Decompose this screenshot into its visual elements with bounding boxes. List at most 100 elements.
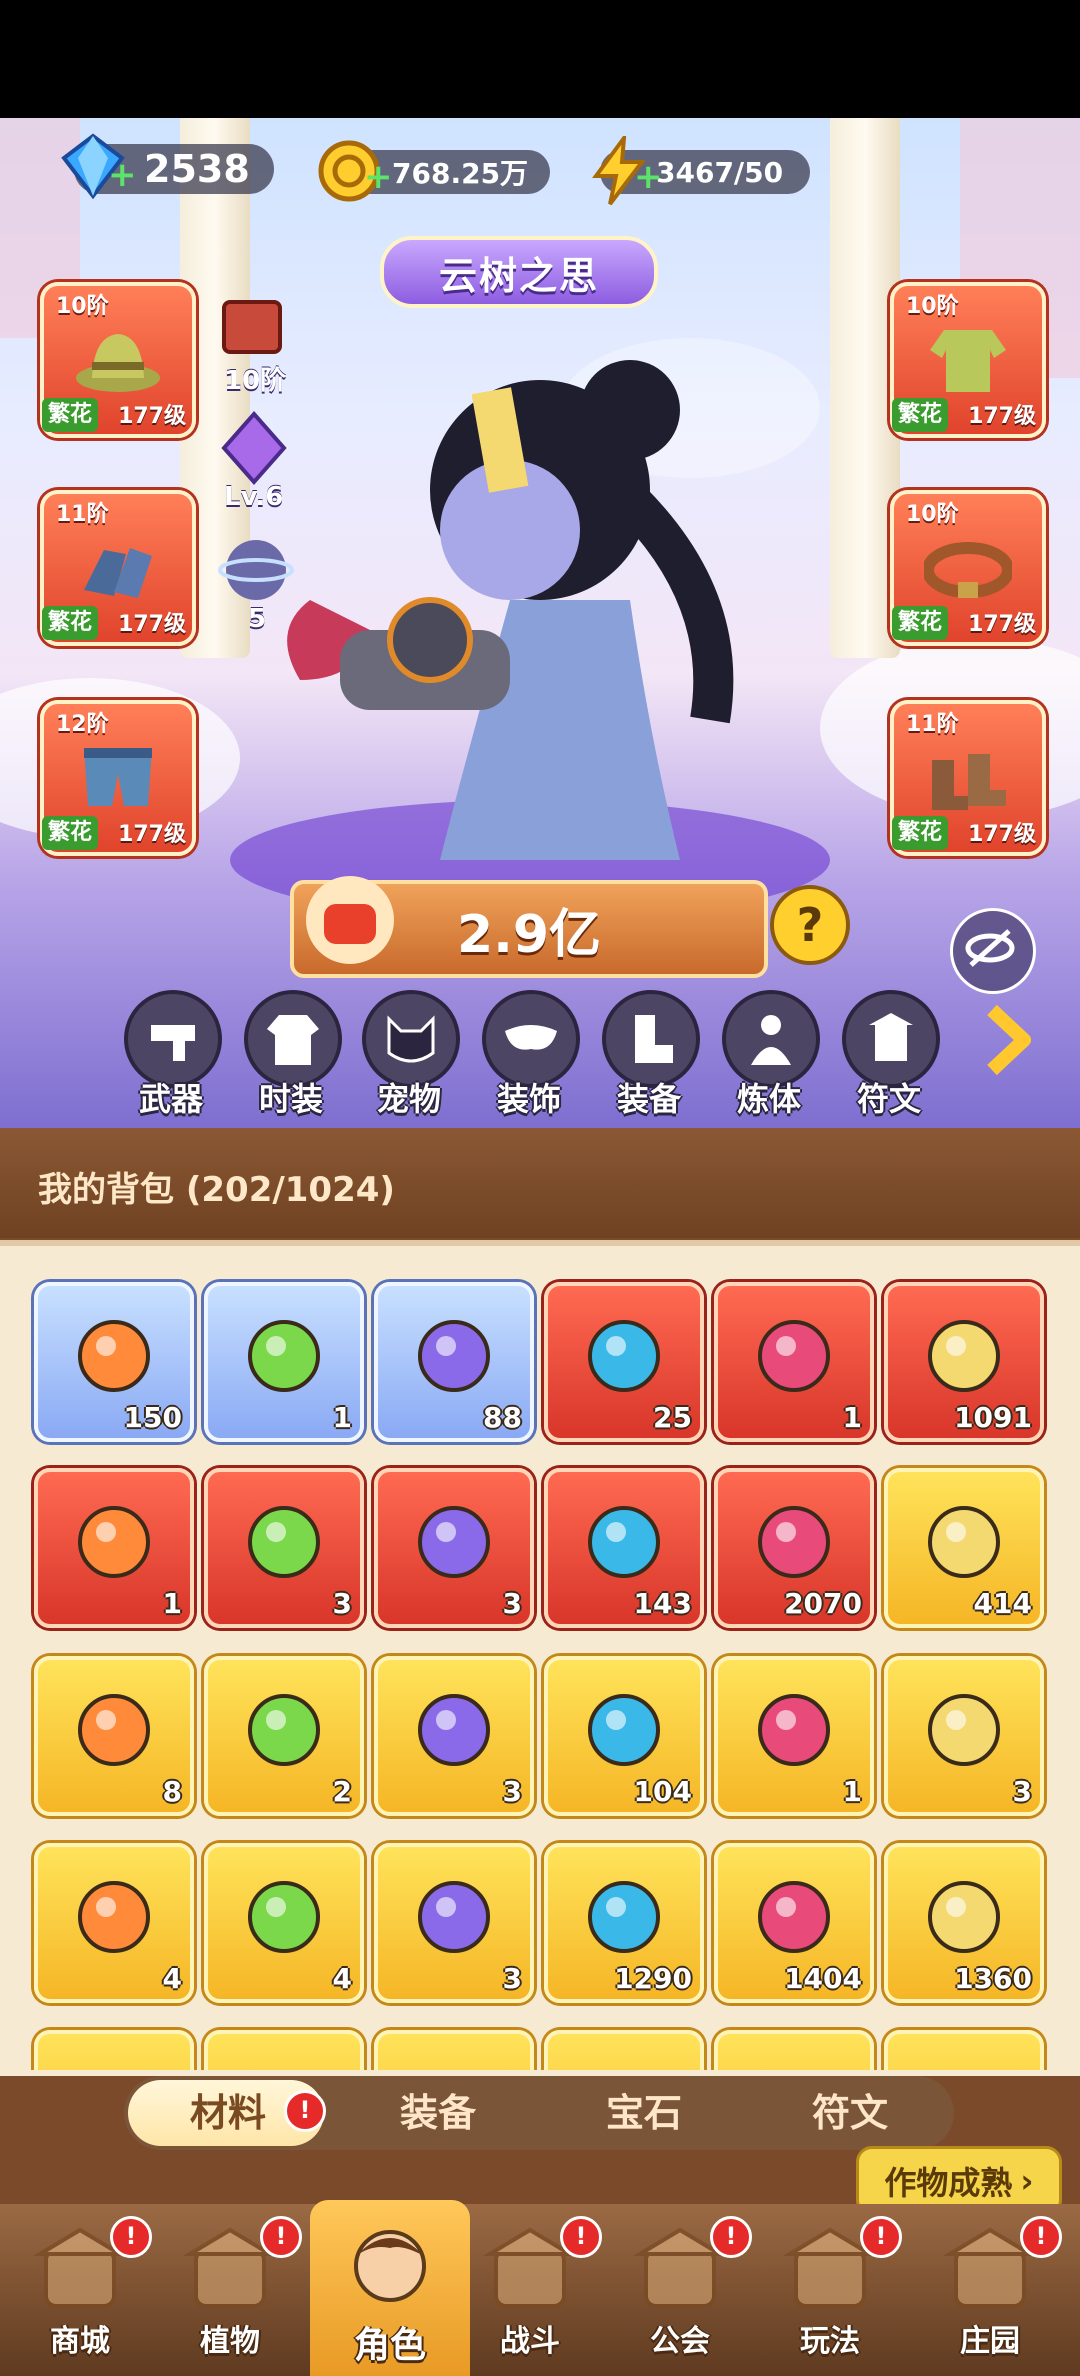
bag-item-partial[interactable] [34,2030,194,2070]
bag-item[interactable]: 1360 [884,1843,1044,2003]
cat-label: 装饰 [496,1080,561,1118]
bag-item[interactable]: 1091 [884,1282,1044,1442]
cat-equipment[interactable]: 装备 [602,990,700,1120]
nav-item[interactable]: 庄园! [920,2216,1062,2366]
bag-item[interactable]: 3 [884,1656,1044,1816]
bag-item-partial[interactable] [204,2030,364,2070]
bag-item[interactable]: 3 [374,1656,534,1816]
bag-item[interactable]: 1404 [714,1843,874,2003]
cat-label: 武器 [138,1080,203,1118]
ruby-key-icon [78,1694,150,1766]
cat-decor[interactable]: 装饰 [482,990,580,1120]
emerald-key-icon [418,1694,490,1766]
compass-orb-icon [418,1320,490,1392]
item-count: 104 [633,1775,692,1808]
cat-rune[interactable]: 符文 [842,990,940,1120]
slot-level: 177级 [968,612,1036,637]
item-count: 88 [483,1401,522,1434]
bag-item[interactable]: 1 [714,1656,874,1816]
bag-item[interactable]: 3 [374,1843,534,2003]
slot-belt[interactable]: 10阶 繁花 177级 [890,490,1046,646]
slot-hat[interactable]: 10阶 繁花 177级 [40,282,196,438]
bag-item[interactable]: 1 [204,1282,364,1442]
cat-fashion[interactable]: 时装 [244,990,342,1120]
slot-tier: 10阶 [56,294,109,319]
hide-eye-icon[interactable] [950,908,1036,994]
moon-star-icon [758,1320,830,1392]
grade-tag: 繁花 [42,398,99,432]
item-count: 8 [162,1775,182,1808]
bag-item[interactable]: 4 [34,1843,194,2003]
cat-label: 符文 [856,1080,921,1118]
add-energy-icon[interactable]: + [634,160,663,194]
nav-label: 商城 [50,2324,110,2359]
bag-item[interactable]: 104 [544,1656,704,1816]
gems-counter[interactable]: + 2538 [61,133,274,200]
bag-item[interactable]: 143 [544,1468,704,1628]
tab-runes[interactable]: 符文 [750,2076,950,2150]
item-count: 25 [653,1401,692,1434]
bag-item[interactable]: 2 [204,1656,364,1816]
gems-value: 2538 [144,147,250,191]
item-count: 4 [332,1962,352,1995]
shirt-icon [930,330,1006,392]
bag-item-partial[interactable] [884,2030,1044,2070]
energy-counter[interactable]: + 3467/50 [592,136,810,206]
bag-item-partial[interactable] [374,2030,534,2070]
nav-badge: ! [560,2216,602,2258]
bag-item-partial[interactable] [714,2030,874,2070]
nav-item[interactable]: 公会! [610,2216,752,2366]
tab-materials-badge: ! [284,2090,326,2132]
bag-item[interactable]: 88 [374,1282,534,1442]
status-bar [0,0,1080,118]
cat-label: 炼体 [736,1080,801,1118]
help-icon[interactable]: ? [770,885,850,965]
item-count: 1360 [954,1962,1032,1995]
item-count: 1091 [954,1401,1032,1434]
slot-pants[interactable]: 12阶 繁花 177级 [40,700,196,856]
cat-body-refine[interactable]: 炼体 [722,990,820,1120]
character-portrait[interactable] [210,300,850,920]
nav-badge: ! [260,2216,302,2258]
gold-key-icon [248,1694,320,1766]
tab-equipment[interactable]: 装备 [338,2076,538,2150]
gold-counter[interactable]: + 768.25万 [318,140,550,202]
slot-gloves[interactable]: 11阶 繁花 177级 [40,490,196,646]
gloves-icon [84,548,152,598]
nav-item[interactable]: 商城! [10,2216,152,2366]
bag-item[interactable]: 1 [34,1468,194,1628]
bag-item[interactable]: 150 [34,1282,194,1442]
bag-item-partial[interactable] [544,2030,704,2070]
bag-item[interactable]: 8 [34,1656,194,1816]
add-gems-icon[interactable]: + [108,158,137,192]
bag-item[interactable]: 414 [884,1468,1044,1628]
bag-item[interactable]: 25 [544,1282,704,1442]
bag-item[interactable]: 3 [374,1468,534,1628]
nav-item[interactable]: 植物! [160,2216,302,2366]
bag-item[interactable]: 2070 [714,1468,874,1628]
nav-item[interactable]: 玩法! [760,2216,902,2366]
bag-item[interactable]: 1 [714,1282,874,1442]
title-banner[interactable]: 云树之思 [380,236,658,308]
slot-shirt[interactable]: 10阶 繁花 177级 [890,282,1046,438]
slot-tier: 10阶 [906,502,959,527]
nav-label: 战斗 [500,2324,560,2359]
fist-icon [306,876,394,964]
slot-tier: 10阶 [906,294,959,319]
slot-boots[interactable]: 11阶 繁花 177级 [890,700,1046,856]
nav-item[interactable]: 角色 [320,2216,460,2366]
skull-scroll-icon [928,1506,1000,1578]
bag-item[interactable]: 3 [204,1468,364,1628]
cat-weapon[interactable]: 武器 [124,990,222,1120]
belt-icon [924,542,1012,598]
chevron-right-icon[interactable] [978,1000,1038,1080]
bag-item[interactable]: 4 [204,1843,364,2003]
tab-gems[interactable]: 宝石 [544,2076,744,2150]
cat-pet[interactable]: 宠物 [362,990,460,1120]
nav-item[interactable]: 战斗! [460,2216,602,2366]
add-gold-icon[interactable]: + [364,160,393,194]
tomato-crate-icon [588,1881,660,1953]
boots-icon [932,754,1006,810]
star-crystal-icon [588,1320,660,1392]
bag-item[interactable]: 1290 [544,1843,704,2003]
